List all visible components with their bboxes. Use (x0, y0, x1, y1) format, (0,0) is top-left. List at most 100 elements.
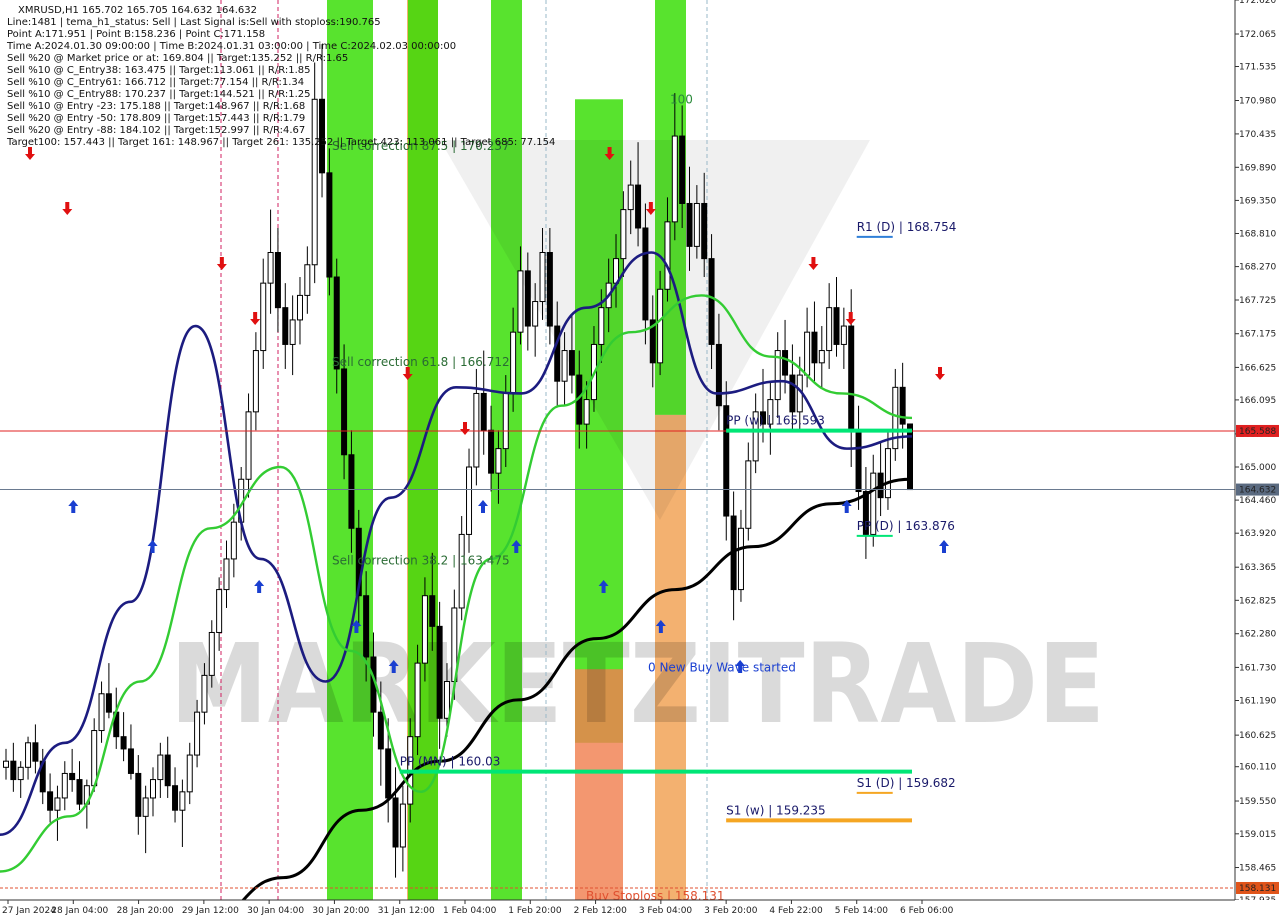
pivot-level-label: R1 (D) | 168.754 (857, 220, 957, 234)
candle-bull (818, 350, 825, 364)
info-line: Target100: 157.443 || Target 161: 148.96… (6, 137, 555, 148)
candle-bear (789, 374, 796, 413)
info-line: Sell %20 @ Entry -88: 184.102 || Target:… (7, 125, 305, 136)
price-tick-label: 162.825 (1239, 596, 1276, 606)
candle-bull (671, 135, 678, 223)
price-tick-label: 167.725 (1239, 296, 1276, 306)
candle-bear (326, 172, 333, 278)
price-tick-label: 168.270 (1239, 263, 1276, 273)
candle-bull (657, 288, 664, 364)
candle-bull (179, 791, 186, 811)
info-line: Line:1481 | tema_h1_status: Sell | Last … (7, 17, 381, 28)
candle-bear (10, 760, 17, 781)
price-tick-label: 171.535 (1239, 62, 1276, 72)
candle-bull (304, 264, 311, 296)
candle-bear (69, 772, 76, 781)
candle-bull (17, 766, 24, 781)
price-tag-label: 158.131 (1239, 884, 1276, 894)
candle-bull (884, 448, 891, 499)
candle-bull (208, 631, 215, 676)
candle-bull (561, 350, 568, 382)
candle-bull (194, 711, 201, 756)
price-tick-label: 164.460 (1239, 496, 1276, 506)
candle-bull (245, 411, 252, 480)
price-tick-label: 162.280 (1239, 630, 1276, 640)
candle-bear (480, 392, 487, 431)
pivot-level-label: S1 (w) | 159.235 (726, 803, 826, 817)
info-line: Sell %10 @ C_Entry88: 170.237 || Target:… (7, 89, 310, 100)
price-chart[interactable]: MARKETZITRADE Buy Stoploss | 158.131 R1 … (0, 0, 1280, 920)
price-tick-label: 161.730 (1239, 663, 1276, 673)
candle-bull (664, 221, 671, 290)
pivot-level-label: PP (D) | 163.876 (857, 519, 955, 533)
candle-bear (635, 184, 642, 229)
price-tick-label: 158.465 (1239, 864, 1276, 874)
candle-bull (414, 662, 421, 738)
candle-bear (568, 350, 575, 376)
candle-bull (3, 760, 9, 768)
info-line: Sell %10 @ C_Entry38: 163.475 || Target:… (7, 65, 310, 76)
pivot-level-label: PP (w) | 165.593 (726, 414, 825, 428)
time-tick-label: 6 Feb 06:00 (900, 906, 954, 916)
candle-bear (436, 625, 443, 719)
info-line: Sell %20 @ Market price or at: 169.804 |… (7, 53, 348, 64)
candle-bull (25, 742, 32, 768)
candle-bear (855, 429, 862, 493)
candle-bear (127, 748, 134, 774)
candle-bear (848, 325, 855, 431)
candle-bull (91, 730, 98, 787)
candle-bear (363, 595, 370, 658)
price-tick-label: 169.350 (1239, 196, 1276, 206)
candle-bull (296, 294, 303, 321)
candle-bear (172, 785, 179, 811)
price-tag-label: 164.632 (1239, 486, 1276, 496)
candle-bull (267, 252, 274, 284)
candle-bull (502, 392, 509, 450)
candle-bear (701, 202, 708, 260)
price-tick-label: 160.110 (1239, 763, 1276, 773)
annotation-label: Sell correction 61.8 | 166.712 (332, 355, 510, 369)
candle-bear (686, 202, 693, 247)
time-tick-label: 4 Feb 22:00 (769, 906, 823, 916)
info-line: Point A:171.951 | Point B:158.236 | Poin… (7, 29, 265, 40)
candle-bull (186, 754, 193, 793)
candle-bull (443, 681, 450, 719)
candle-bull (311, 98, 318, 266)
time-tick-label: 30 Jan 20:00 (312, 906, 369, 916)
candle-bear (715, 343, 722, 407)
price-tick-label: 169.890 (1239, 163, 1276, 173)
pivot-level-label: S1 (D) | 159.682 (857, 776, 956, 790)
price-tick-label: 163.920 (1239, 529, 1276, 539)
time-tick-label: 2 Feb 12:00 (574, 906, 628, 916)
info-line: XMRUSD,H1 165.702 165.705 164.632 164.63… (18, 5, 257, 16)
candle-bull (620, 209, 627, 260)
price-tick-label: 167.175 (1239, 330, 1276, 340)
info-line: Time A:2024.01.30 09:00:00 | Time B:2024… (6, 41, 456, 52)
time-tick-label: 30 Jan 04:00 (247, 906, 304, 916)
candle-bear (120, 736, 127, 750)
candle-bull (737, 527, 744, 591)
candle-bull (216, 589, 223, 633)
candle-bull (826, 307, 833, 352)
candle-bull (466, 466, 473, 535)
time-axis: 27 Jan 202428 Jan 04:00 28 Jan 20:00 29 Ja… (0, 899, 1280, 920)
price-tick-label: 161.190 (1239, 697, 1276, 707)
info-line: Sell %10 @ C_Entry61: 166.712 || Target:… (7, 77, 304, 88)
candle-bull (693, 202, 700, 247)
candle-bull (260, 282, 267, 352)
time-tick-label: 3 Feb 04:00 (639, 906, 693, 916)
price-tick-label: 159.550 (1239, 797, 1276, 807)
candle-bull (223, 558, 230, 591)
candle-bear (488, 429, 495, 474)
candle-bear (76, 779, 83, 805)
candle-bull (421, 595, 428, 664)
candle-bull (532, 301, 539, 327)
candle-bear (811, 331, 818, 364)
candle-bear (341, 368, 348, 456)
annotation-label: Sell correction 38.2 | 163.475 (332, 553, 510, 567)
candle-bull (289, 319, 296, 345)
time-tick-label: 27 Jan 2024 (2, 906, 56, 916)
candle-bull (230, 521, 237, 560)
time-tick-label: 1 Feb 20:00 (508, 906, 562, 916)
candle-bull (583, 399, 590, 425)
